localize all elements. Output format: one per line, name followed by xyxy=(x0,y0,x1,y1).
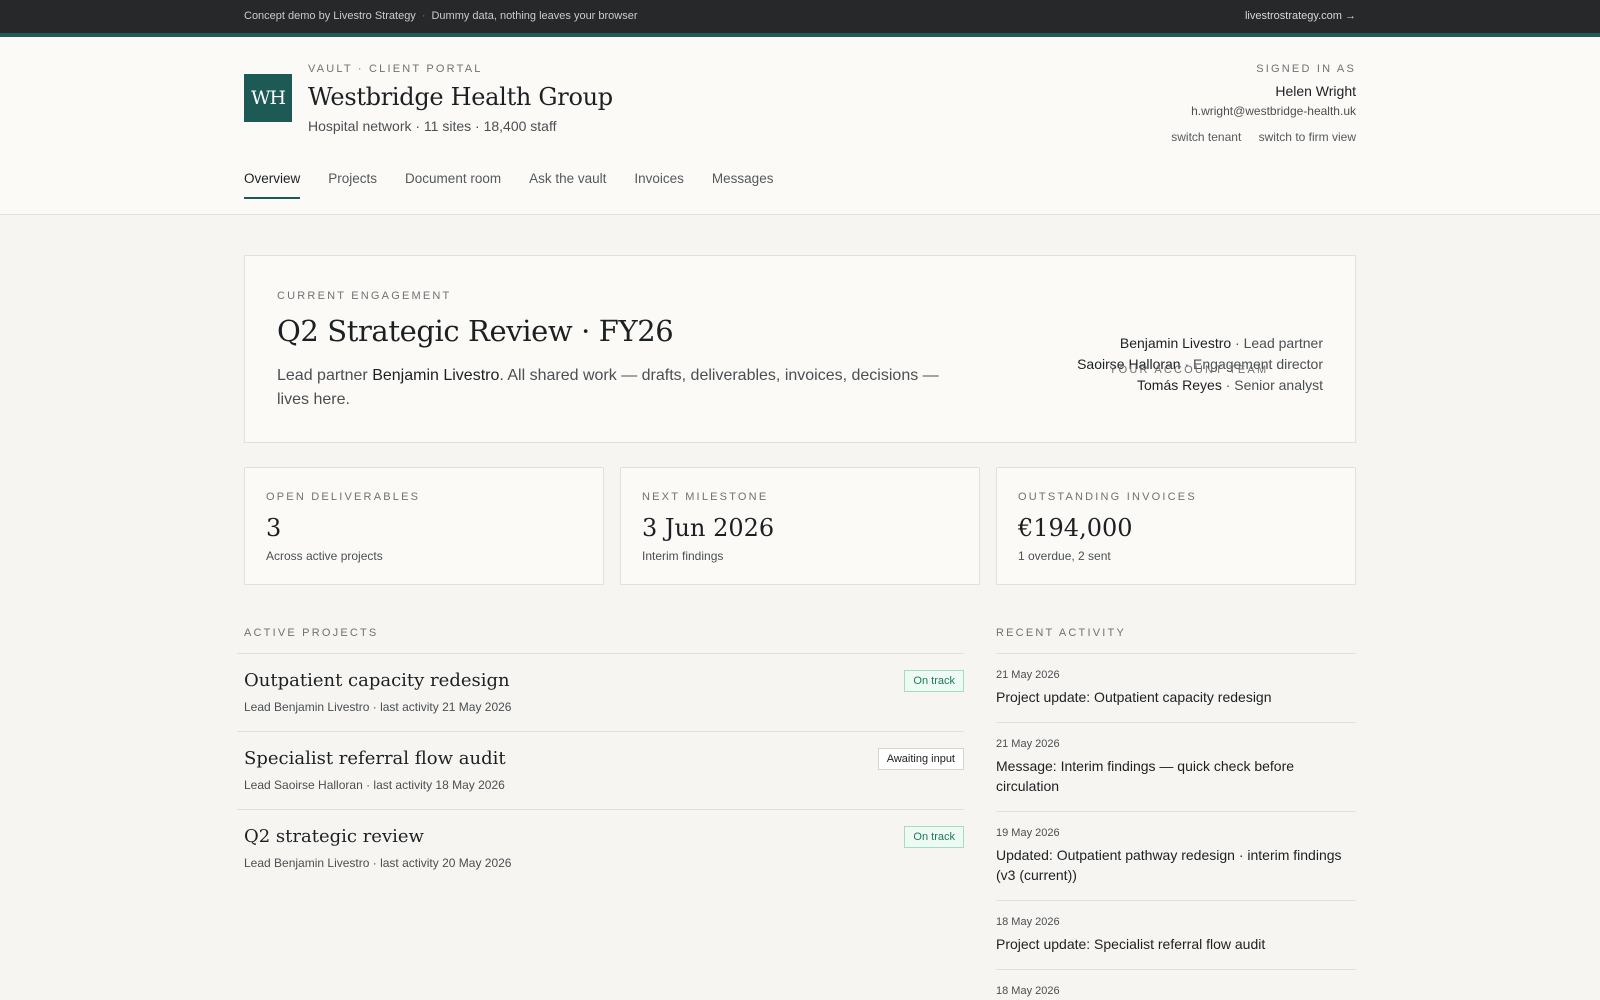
recent-activity: RECENT ACTIVITY 21 May 2026 Project upda… xyxy=(996,627,1356,1000)
stat-label: OUTSTANDING INVOICES xyxy=(1018,491,1197,503)
project-meta: Lead Benjamin Livestro · last activity 2… xyxy=(244,856,512,870)
project-title[interactable]: Specialist referral flow audit xyxy=(244,748,506,769)
portal-header: WH VAULT · CLIENT PORTAL Westbridge Heal… xyxy=(0,37,1600,215)
privacy-note: Dummy data, nothing leaves your browser xyxy=(431,10,638,22)
tenant-logo: WH xyxy=(244,74,292,122)
team-member: Tomás Reyes · Senior analyst xyxy=(1077,377,1323,393)
status-badge: On track xyxy=(904,826,964,848)
team-member-role: · Senior analyst xyxy=(1221,377,1323,393)
activity-text: Project update: Outpatient capacity rede… xyxy=(996,689,1272,705)
activity-text: Message: Interim findings — quick check … xyxy=(996,758,1295,794)
tab-invoices[interactable]: Invoices xyxy=(634,171,684,199)
activity-date: 18 May 2026 xyxy=(996,916,1060,928)
activity-date: 18 May 2026 xyxy=(996,985,1060,997)
status-badge: On track xyxy=(904,670,964,692)
project-meta: Lead Benjamin Livestro · last activity 2… xyxy=(244,700,512,714)
activity-item[interactable]: 18 May 2026 xyxy=(996,969,1356,1000)
engagement-card: CURRENT ENGAGEMENT Q2 Strategic Review ·… xyxy=(244,255,1356,443)
status-badge: Awaiting input xyxy=(877,748,964,770)
account-links: switch tenant switch to firm view xyxy=(1157,130,1356,144)
stat-open-deliverables: OPEN DELIVERABLES 3 Across active projec… xyxy=(244,467,604,585)
activity-text: Updated: Outpatient pathway redesign · i… xyxy=(996,847,1342,883)
demo-banner: Concept demo by Livestro Strategy · Dummy … xyxy=(0,0,1600,33)
demo-separator: · xyxy=(421,10,426,22)
signed-in-panel: SIGNED IN AS Helen Wright h.wright@westb… xyxy=(1157,63,1356,144)
engagement-lead-partner: Benjamin Livestro xyxy=(372,367,500,384)
activity-item[interactable]: 19 May 2026 Updated: Outpatient pathway … xyxy=(996,811,1356,900)
user-email: h.wright@westbridge-health.uk xyxy=(1191,104,1356,118)
activity-item[interactable]: 21 May 2026 Message: Interim findings — … xyxy=(996,722,1356,811)
engagement-title: Q2 Strategic Review · FY26 xyxy=(277,314,674,348)
account-team-label: YOUR ACCOUNT TEAM xyxy=(1109,364,1269,376)
activity-item[interactable]: 18 May 2026 Project update: Specialist r… xyxy=(996,900,1356,969)
team-member: Benjamin Livestro · Lead partner xyxy=(1077,335,1323,351)
user-name: Helen Wright xyxy=(1275,83,1356,99)
project-row[interactable]: Specialist referral flow audit Lead Saoi… xyxy=(237,731,964,809)
demo-note: Concept demo by Livestro Strategy xyxy=(244,10,416,22)
engagement-desc-prefix: Lead partner xyxy=(277,367,373,384)
account-team: YOUR ACCOUNT TEAM Benjamin Livestro · Le… xyxy=(1077,330,1323,393)
engagement-label: CURRENT ENGAGEMENT xyxy=(277,290,452,302)
switch-firm-view-link[interactable]: switch to firm view xyxy=(1259,130,1356,144)
engagement-description: Lead partner Benjamin Livestro. All shar… xyxy=(277,364,957,412)
tab-projects[interactable]: Projects xyxy=(328,171,377,199)
recent-activity-label: RECENT ACTIVITY xyxy=(996,627,1126,639)
team-member-name: Tomás Reyes xyxy=(1137,377,1222,393)
stat-label: OPEN DELIVERABLES xyxy=(266,491,421,503)
stat-label: NEXT MILESTONE xyxy=(642,491,769,503)
tenant-name: Westbridge Health Group xyxy=(308,83,613,111)
team-member-role: · Lead partner xyxy=(1231,335,1323,351)
demo-banner-text: Concept demo by Livestro Strategy · Dummy … xyxy=(244,10,638,22)
tab-messages[interactable]: Messages xyxy=(712,171,774,199)
stat-value: 3 xyxy=(266,514,282,542)
active-projects-label: ACTIVE PROJECTS xyxy=(244,627,379,639)
stat-subtext: 1 overdue, 2 sent xyxy=(1018,549,1111,563)
signed-in-label: SIGNED IN AS xyxy=(1256,63,1356,75)
switch-tenant-link[interactable]: switch tenant xyxy=(1171,130,1241,144)
firm-site-link[interactable]: livestrostrategy.com → xyxy=(1245,10,1356,22)
tab-ask-the-vault[interactable]: Ask the vault xyxy=(529,171,606,199)
activity-date: 21 May 2026 xyxy=(996,738,1060,750)
activity-date: 19 May 2026 xyxy=(996,827,1060,839)
project-title[interactable]: Q2 strategic review xyxy=(244,826,424,847)
team-member-name: Benjamin Livestro xyxy=(1119,335,1232,351)
activity-text: Project update: Specialist referral flow… xyxy=(996,936,1266,952)
activity-item[interactable]: 21 May 2026 Project update: Outpatient c… xyxy=(996,653,1356,722)
portal-eyebrow: VAULT · CLIENT PORTAL xyxy=(308,63,483,75)
project-title[interactable]: Outpatient capacity redesign xyxy=(244,670,510,691)
project-row[interactable]: Q2 strategic review Lead Benjamin Livest… xyxy=(237,809,964,887)
project-meta: Lead Saoirse Halloran · last activity 18… xyxy=(244,778,505,792)
stat-value: €194,000 xyxy=(1018,514,1133,542)
stat-subtext: Across active projects xyxy=(266,549,383,563)
stat-value: 3 Jun 2026 xyxy=(642,514,775,542)
stat-subtext: Interim findings xyxy=(642,549,724,563)
project-row[interactable]: Outpatient capacity redesign Lead Benjam… xyxy=(237,653,964,731)
stat-outstanding-invoices: OUTSTANDING INVOICES €194,000 1 overdue,… xyxy=(996,467,1356,585)
stat-next-milestone: NEXT MILESTONE 3 Jun 2026 Interim findin… xyxy=(620,467,980,585)
tenant-info: VAULT · CLIENT PORTAL Westbridge Health … xyxy=(308,63,613,134)
active-projects: ACTIVE PROJECTS Outpatient capacity rede… xyxy=(237,627,964,887)
activity-date: 21 May 2026 xyxy=(996,669,1060,681)
tab-document-room[interactable]: Document room xyxy=(405,171,501,199)
tab-overview[interactable]: Overview xyxy=(244,171,301,199)
main-nav: Overview Projects Document room Ask the … xyxy=(244,171,773,199)
tenant-subtitle: Hospital network · 11 sites · 18,400 sta… xyxy=(308,118,557,134)
